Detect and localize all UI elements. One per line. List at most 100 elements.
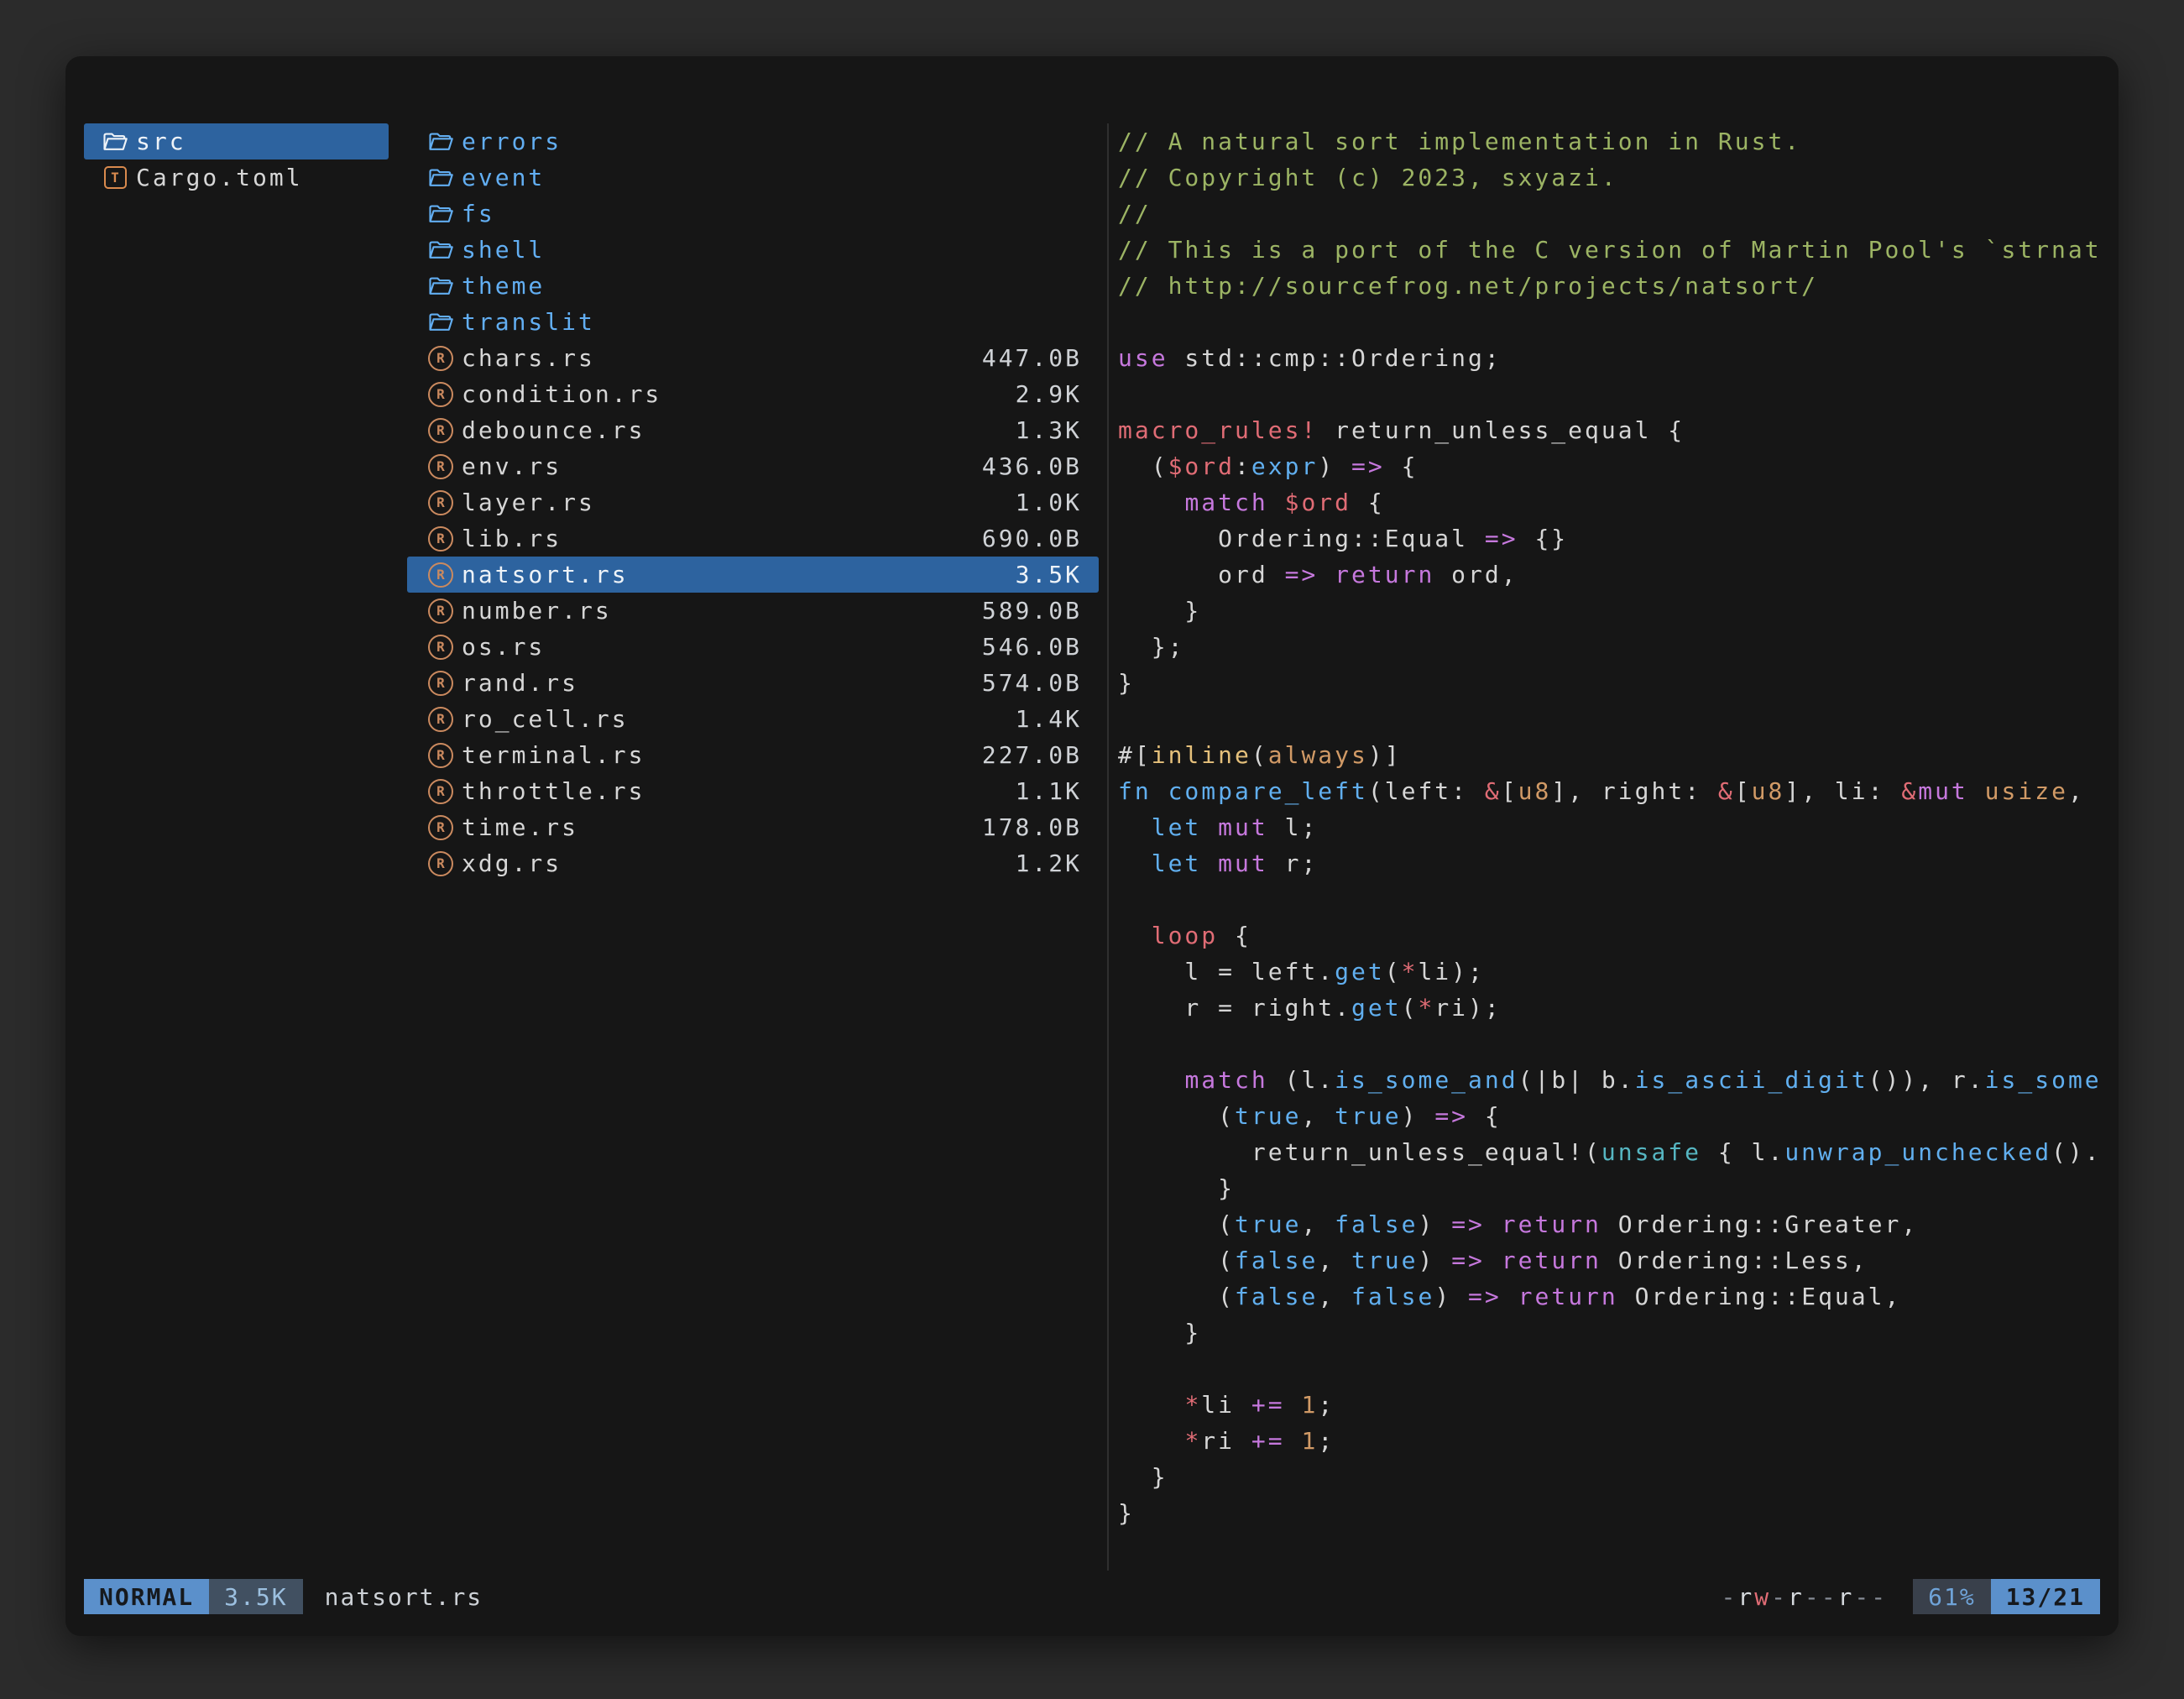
perm-char: - — [1871, 1583, 1888, 1611]
rust-file-icon: R — [428, 742, 453, 769]
file-item-lib.rs[interactable]: Rlib.rs690.0B — [407, 520, 1099, 557]
code-line: // A natural sort implementation in Rust… — [1118, 123, 2113, 159]
item-size: 1.4K — [1016, 705, 1082, 733]
item-label: theme — [462, 272, 545, 300]
item-size: 1.2K — [1016, 850, 1082, 877]
file-item-xdg.rs[interactable]: Rxdg.rs1.2K — [407, 845, 1099, 881]
file-item-terminal.rs[interactable]: Rterminal.rs227.0B — [407, 737, 1099, 773]
item-label: lib.rs — [462, 525, 562, 552]
code-line: loop { — [1118, 917, 2113, 954]
item-size: 690.0B — [982, 525, 1082, 552]
code-line: fn compare_left(left: &[u8], right: &[u8… — [1118, 773, 2113, 809]
file-item-os.rs[interactable]: Ros.rs546.0B — [407, 629, 1099, 665]
item-size: 589.0B — [982, 597, 1082, 625]
item-label: src — [136, 128, 186, 155]
folder-open-icon — [428, 201, 453, 227]
file-item-throttle.rs[interactable]: Rthrottle.rs1.1K — [407, 773, 1099, 809]
item-label: layer.rs — [462, 489, 595, 516]
file-item-number.rs[interactable]: Rnumber.rs 589.0B — [407, 593, 1099, 629]
dir-item-errors[interactable]: errors — [407, 123, 1099, 159]
code-line: match (l.is_some_and(|b| b.is_ascii_digi… — [1118, 1062, 2113, 1098]
rust-file-icon: R — [428, 417, 453, 444]
code-line: // http://sourcefrog.net/projects/natsor… — [1118, 268, 2113, 304]
item-size: 1.0K — [1016, 489, 1082, 516]
file-item-natsort.rs[interactable]: Rnatsort.rs3.5K — [407, 557, 1099, 593]
perm-char: - — [1722, 1583, 1738, 1611]
file-item-rand.rs[interactable]: Rrand.rs574.0B — [407, 665, 1099, 701]
dir-item-fs[interactable]: fs — [407, 196, 1099, 232]
file-item-Cargo.toml[interactable]: T Cargo.toml — [84, 159, 389, 196]
code-line — [1118, 881, 2113, 917]
item-size: 227.0B — [982, 741, 1082, 769]
item-label: env.rs — [462, 452, 562, 480]
dir-item-src[interactable]: src — [84, 123, 389, 159]
dir-item-translit[interactable]: translit — [407, 304, 1099, 340]
file-item-env.rs[interactable]: Renv.rs436.0B — [407, 448, 1099, 484]
code-line: (false, true) => return Ordering::Less, — [1118, 1242, 2113, 1278]
status-bar-right: -rw-r--r-- 61% 13/21 — [1722, 1579, 2100, 1614]
item-label: errors — [462, 128, 562, 155]
code-line: let mut r; — [1118, 845, 2113, 881]
code-line: l = left.get(*li); — [1118, 954, 2113, 990]
rust-file-icon: R — [428, 345, 453, 372]
file-item-debounce.rs[interactable]: Rdebounce.rs1.3K — [407, 412, 1099, 448]
rust-file-icon: R — [428, 381, 453, 408]
code-line: use std::cmp::Ordering; — [1118, 340, 2113, 376]
item-label: fs — [462, 200, 495, 227]
item-label: Cargo.toml — [136, 164, 303, 191]
item-label: ro_cell.rs — [462, 705, 629, 733]
scroll-percent-badge: 61% — [1913, 1579, 1991, 1614]
file-item-layer.rs[interactable]: Rlayer.rs 1.0K — [407, 484, 1099, 520]
file-size-badge: 3.5K — [209, 1579, 302, 1614]
pane-separator — [1107, 123, 1109, 1571]
code-preview: // A natural sort implementation in Rust… — [1118, 123, 2113, 1531]
dir-item-shell[interactable]: shell — [407, 232, 1099, 268]
folder-open-icon — [102, 128, 128, 155]
code-line: (true, true) => { — [1118, 1098, 2113, 1134]
code-line: } — [1118, 1315, 2113, 1351]
folder-open-icon — [428, 165, 453, 191]
rust-file-icon: R — [428, 706, 453, 733]
file-item-time.rs[interactable]: Rtime.rs178.0B — [407, 809, 1099, 845]
rust-file-icon: R — [428, 598, 453, 625]
file-item-condition.rs[interactable]: Rcondition.rs2.9K — [407, 376, 1099, 412]
toml-file-icon: T — [102, 165, 128, 191]
code-line: r = right.get(*ri); — [1118, 990, 2113, 1026]
item-label: shell — [462, 236, 545, 264]
cursor-position-badge: 13/21 — [1991, 1579, 2100, 1614]
item-size: 3.5K — [1016, 561, 1082, 588]
dir-item-event[interactable]: event — [407, 159, 1099, 196]
folder-open-icon — [428, 273, 453, 300]
code-line: (false, false) => return Ordering::Equal… — [1118, 1278, 2113, 1315]
code-line: *li += 1; — [1118, 1387, 2113, 1423]
folder-open-icon — [428, 237, 453, 264]
panes-area: src T Cargo.toml errors event fs shell theme tr… — [65, 56, 2119, 1636]
item-size: 546.0B — [982, 633, 1082, 661]
item-label: os.rs — [462, 633, 545, 661]
file-permissions: -rw-r--r-- — [1722, 1583, 1889, 1611]
perm-char: r — [1737, 1583, 1754, 1611]
item-size: 447.0B — [982, 344, 1082, 372]
code-line: match $ord { — [1118, 484, 2113, 520]
item-label: throttle.rs — [462, 777, 645, 805]
code-line: } — [1118, 1170, 2113, 1206]
code-line: }; — [1118, 629, 2113, 665]
perm-char: - — [1771, 1583, 1788, 1611]
item-size: 1.1K — [1016, 777, 1082, 805]
file-item-chars.rs[interactable]: Rchars.rs447.0B — [407, 340, 1099, 376]
file-item-ro_cell.rs[interactable]: Rro_cell.rs 1.4K — [407, 701, 1099, 737]
code-line: return_unless_equal!(unsafe { l.unwrap_u… — [1118, 1134, 2113, 1170]
parent-dir-pane: src T Cargo.toml — [84, 123, 389, 196]
dir-item-theme[interactable]: theme — [407, 268, 1099, 304]
perm-char: - — [1805, 1583, 1821, 1611]
rust-file-icon: R — [428, 670, 453, 697]
code-line: macro_rules! return_unless_equal { — [1118, 412, 2113, 448]
rust-file-icon: R — [428, 489, 453, 516]
item-label: number.rs — [462, 597, 612, 625]
code-line: } — [1118, 665, 2113, 701]
code-line: let mut l; — [1118, 809, 2113, 845]
code-line — [1118, 1026, 2113, 1062]
code-line: #[inline(always)] — [1118, 737, 2113, 773]
code-line: } — [1118, 1459, 2113, 1495]
preview-pane: // A natural sort implementation in Rust… — [1118, 123, 2113, 1577]
